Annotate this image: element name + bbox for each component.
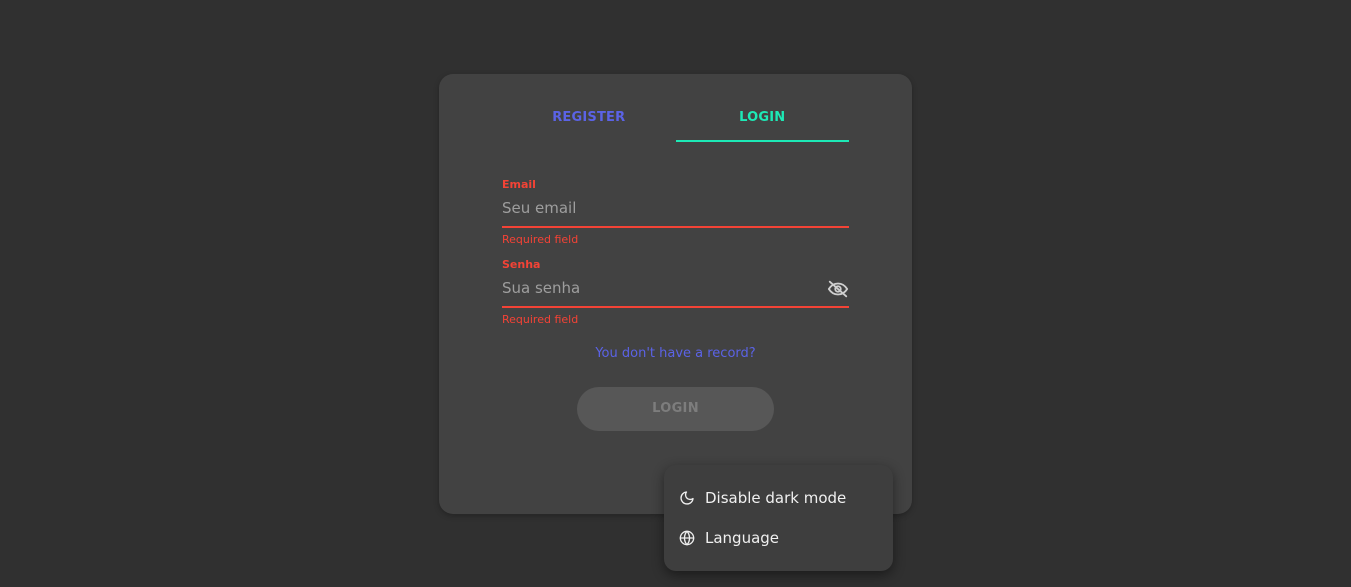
menu-item-label: Language [705,529,780,547]
email-input-wrapper [502,192,849,228]
tab-login[interactable]: LOGIN [675,100,850,142]
menu-item-language[interactable]: Language [679,526,779,550]
email-input[interactable] [502,192,849,224]
auth-tabs: REGISTER LOGIN [502,100,849,142]
password-input-wrapper [502,272,849,308]
password-label: Senha [502,258,541,271]
password-field: Senha Required field [502,258,849,326]
password-input[interactable] [502,272,849,304]
no-record-link[interactable]: You don't have a record? [439,346,912,361]
auth-card: REGISTER LOGIN Email Required field Senh… [439,74,912,514]
login-button[interactable]: LOGIN [577,387,774,431]
menu-item-dark-mode[interactable]: Disable dark mode [679,486,846,510]
eye-off-icon[interactable] [827,278,849,300]
menu-item-label: Disable dark mode [705,489,847,507]
email-field: Email Required field [502,178,849,246]
settings-menu: Disable dark mode Language [664,465,893,571]
globe-icon [679,530,695,546]
email-label: Email [502,178,536,191]
moon-icon [679,490,695,506]
password-error: Required field [502,313,579,326]
email-error: Required field [502,233,579,246]
tab-register[interactable]: REGISTER [502,100,676,142]
